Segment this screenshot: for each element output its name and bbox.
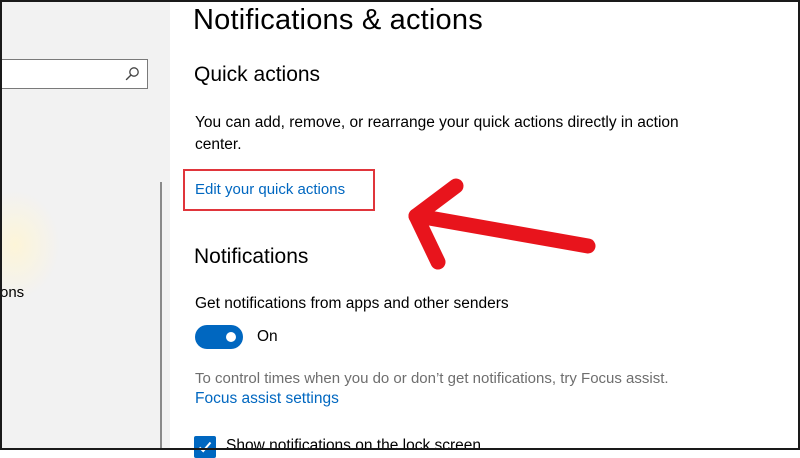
red-arrow-icon: [408, 178, 596, 270]
focus-assist-description: To control times when you do or don’t ge…: [195, 370, 669, 387]
checkmark-icon: [198, 441, 212, 453]
notifications-toggle[interactable]: [195, 325, 243, 349]
lock-screen-checkbox[interactable]: [194, 436, 216, 458]
sidebar-item-label: ons: [0, 284, 25, 301]
sidebar-item-notifications-actions[interactable]: ons: [0, 284, 24, 306]
search-icon[interactable]: [125, 66, 140, 81]
page-title: Notifications & actions: [193, 4, 483, 36]
sidebar-scrollbar[interactable]: [160, 182, 162, 450]
toggle-state-label: On: [257, 328, 278, 345]
edit-quick-actions-link[interactable]: Edit your quick actions: [195, 181, 345, 198]
lock-screen-label: Show notifications on the lock screen: [226, 437, 482, 454]
search-input[interactable]: [0, 59, 148, 89]
quick-actions-heading: Quick actions: [194, 63, 321, 86]
quick-actions-description: You can add, remove, or rearrange your q…: [195, 114, 679, 153]
notifications-heading: Notifications: [194, 245, 309, 268]
toggle-knob: [226, 332, 236, 342]
get-notifications-label: Get notifications from apps and other se…: [195, 295, 509, 312]
focus-assist-settings-link[interactable]: Focus assist settings: [195, 390, 339, 408]
settings-sidebar: ons: [0, 0, 170, 450]
